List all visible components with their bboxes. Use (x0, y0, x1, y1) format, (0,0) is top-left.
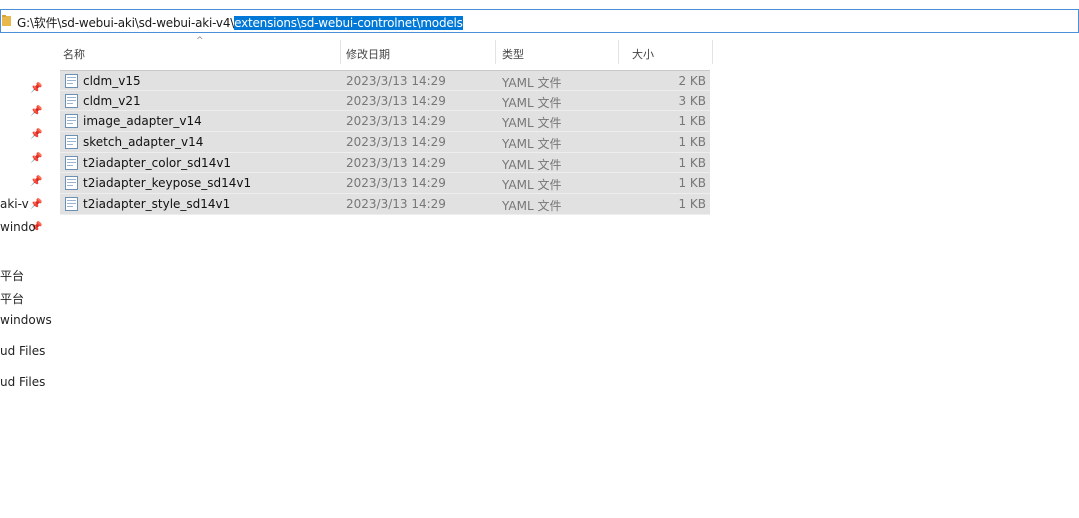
pin-icon: 📌 (30, 106, 43, 117)
file-size: 1 KB (678, 155, 706, 170)
file-size: 1 KB (678, 135, 706, 150)
file-name: t2iadapter_color_sd14v1 (83, 155, 232, 170)
file-name: image_adapter_v14 (83, 114, 202, 129)
file-type: YAML 文件 (502, 95, 562, 110)
address-bar[interactable]: G:\软件\sd-webui-aki\sd-webui-aki-v4\exten… (0, 9, 1079, 33)
file-date: 2023/3/13 14:29 (346, 155, 446, 170)
yaml-file-icon (65, 135, 78, 150)
file-type: YAML 文件 (502, 137, 562, 152)
file-row[interactable]: sketch_adapter_v14 2023/3/13 14:29 YAML … (60, 132, 710, 153)
address-path[interactable]: G:\软件\sd-webui-aki\sd-webui-aki-v4\exten… (17, 14, 463, 31)
column-divider[interactable] (618, 40, 619, 64)
sort-up-icon: ^ (196, 36, 204, 46)
file-name: sketch_adapter_v14 (83, 135, 204, 150)
file-size: 1 KB (678, 197, 706, 212)
column-size[interactable]: 大小 (632, 46, 654, 62)
address-prefix: G:\软件\sd-webui-aki\sd-webui-aki-v4\ (17, 16, 235, 30)
file-size: 2 KB (678, 74, 706, 88)
file-name: cldm_v21 (83, 93, 141, 108)
column-name[interactable]: 名称 (63, 46, 85, 62)
nav-item[interactable]: windows (0, 313, 52, 327)
file-date: 2023/3/13 14:29 (346, 93, 446, 108)
file-type: YAML 文件 (502, 157, 562, 172)
yaml-file-icon (65, 197, 78, 212)
yaml-file-icon (65, 74, 78, 88)
column-divider[interactable] (340, 40, 341, 64)
nav-item[interactable]: aki-v (0, 197, 29, 211)
column-date[interactable]: 修改日期 (346, 46, 390, 62)
address-selected-text: extensions\sd-webui-controlnet\models (234, 16, 463, 30)
yaml-file-icon (65, 155, 78, 170)
file-date: 2023/3/13 14:29 (346, 114, 446, 129)
nav-item[interactable]: 平台 (0, 290, 24, 307)
pin-icon: 📌 (30, 83, 43, 94)
file-row[interactable]: t2iadapter_style_sd14v1 2023/3/13 14:29 … (60, 194, 710, 215)
column-header: ^ 名称 修改日期 类型 大小 (0, 36, 720, 66)
nav-item[interactable]: windo (0, 220, 36, 234)
file-row[interactable]: cldm_v21 2023/3/13 14:29 YAML 文件 3 KB (60, 90, 710, 112)
file-row[interactable]: t2iadapter_color_sd14v1 2023/3/13 14:29 … (60, 152, 710, 174)
file-row[interactable]: t2iadapter_keypose_sd14v1 2023/3/13 14:2… (60, 173, 710, 195)
file-name: t2iadapter_style_sd14v1 (83, 197, 231, 212)
pin-icon: 📌 (30, 129, 43, 140)
file-type: YAML 文件 (502, 178, 562, 193)
yaml-file-icon (65, 93, 78, 108)
yaml-file-icon (65, 176, 78, 191)
file-type: YAML 文件 (502, 76, 562, 90)
pin-icon: 📌 (30, 176, 43, 187)
folder-icon (2, 15, 11, 26)
nav-item[interactable]: 平台 (0, 267, 24, 284)
pin-icon: 📌 (30, 153, 43, 164)
yaml-file-icon (65, 114, 78, 129)
column-divider[interactable] (495, 40, 496, 64)
file-type: YAML 文件 (502, 199, 562, 214)
file-size: 1 KB (678, 114, 706, 129)
file-type: YAML 文件 (502, 116, 562, 131)
column-type[interactable]: 类型 (502, 46, 524, 62)
file-size: 1 KB (678, 176, 706, 191)
file-date: 2023/3/13 14:29 (346, 197, 446, 212)
pin-icon: 📌 (30, 199, 43, 210)
file-date: 2023/3/13 14:29 (346, 176, 446, 191)
file-date: 2023/3/13 14:29 (346, 74, 446, 88)
file-name: t2iadapter_keypose_sd14v1 (83, 176, 252, 191)
file-date: 2023/3/13 14:29 (346, 135, 446, 150)
file-row[interactable]: cldm_v15 2023/3/13 14:29 YAML 文件 2 KB (60, 70, 710, 91)
nav-item[interactable]: ud Files (0, 344, 45, 358)
file-row[interactable]: image_adapter_v14 2023/3/13 14:29 YAML 文… (60, 111, 710, 133)
column-divider[interactable] (712, 40, 713, 64)
file-list: cldm_v15 2023/3/13 14:29 YAML 文件 2 KB cl… (60, 70, 710, 215)
file-size: 3 KB (678, 93, 706, 108)
nav-item[interactable]: ud Files (0, 375, 45, 389)
file-name: cldm_v15 (83, 74, 141, 88)
